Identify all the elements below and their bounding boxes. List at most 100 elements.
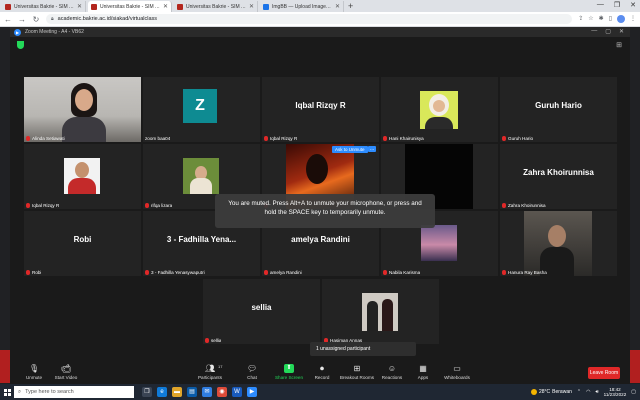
whiteboards-button[interactable]: ▭ Whiteboards <box>437 364 477 380</box>
participant-name-label: Iqbal Rizqy R <box>264 136 297 141</box>
person-left <box>367 301 378 331</box>
zoom-logo-icon: ▶ <box>14 28 21 36</box>
windows-logo-icon <box>3 388 11 396</box>
task-view-icon[interactable]: ❐ <box>142 387 152 397</box>
network-icon[interactable]: ◠ <box>586 389 590 395</box>
minimize-icon[interactable]: — <box>597 1 604 9</box>
breakout-rooms-icon: ⊞ <box>353 364 361 373</box>
browser-tab-active[interactable]: Universitas Bakrie - SIM Akadem ✕ <box>88 1 172 12</box>
background-page-edge <box>0 350 10 383</box>
participant-tile[interactable]: Guruh Hario Guruh Hario <box>500 77 617 142</box>
zoom-taskbar-icon[interactable]: ▶ <box>247 387 257 397</box>
close-tab-icon[interactable]: ✕ <box>163 3 168 10</box>
muted-mic-icon <box>26 203 30 208</box>
muted-mic-icon <box>383 270 387 275</box>
close-tab-icon[interactable]: ✕ <box>335 3 340 10</box>
browser-toolbar-icons: ⇪ ☆ ✱ ▯ ⋮ <box>578 15 636 23</box>
person-body <box>68 178 96 194</box>
zoom-window-controls: — ▢ ✕ <box>591 28 624 35</box>
forward-icon[interactable]: → <box>18 15 26 24</box>
person-face <box>75 162 89 178</box>
chat-button[interactable]: 💬︎ Chat <box>232 364 272 380</box>
tray-chevron-icon[interactable]: ⌃ <box>577 389 581 395</box>
muted-mic-icon <box>502 270 506 275</box>
word-icon[interactable]: W <box>232 387 242 397</box>
participant-name-label: Zahra Khoirunnisa <box>502 203 546 208</box>
close-tab-icon[interactable]: ✕ <box>77 3 82 10</box>
muted-mic-icon <box>205 338 209 343</box>
participant-tile[interactable]: Robi Robi <box>24 211 141 276</box>
mail-icon[interactable]: ✉ <box>202 387 212 397</box>
share-screen-icon: ⬆ <box>284 364 294 373</box>
muted-mic-icon <box>383 136 387 141</box>
chrome-icon[interactable]: ◉ <box>217 387 227 397</box>
close-window-icon[interactable]: ✕ <box>630 1 636 9</box>
browser-tab[interactable]: Universitas Bakrie - SIM Akademi ✕ <box>2 1 86 12</box>
maximize-icon[interactable]: ❐ <box>614 1 620 9</box>
person-body <box>190 178 212 194</box>
participant-profile-photo <box>524 211 592 276</box>
participant-tile[interactable]: Hanura Ray Basha <box>500 211 617 276</box>
search-placeholder: Type here to search <box>25 389 74 395</box>
reload-icon[interactable]: ↻ <box>32 15 40 24</box>
participant-name-label: 3 - Fadhilla Yenasywaputri <box>145 270 205 275</box>
edge-icon[interactable]: e <box>157 387 167 397</box>
start-video-button[interactable]: 📹︎ Start Video <box>46 364 86 380</box>
imgbb-favicon-icon <box>263 3 269 10</box>
store-icon[interactable]: ▤ <box>187 387 197 397</box>
view-layout-icon[interactable]: ⊞ <box>616 41 622 49</box>
window-controls: — ❐ ✕ <box>597 1 636 9</box>
ask-to-unmute-button[interactable]: Ask to Unmute <box>332 146 368 153</box>
sidebar-icon[interactable]: ▯ <box>609 15 612 23</box>
maximize-icon[interactable]: ▢ <box>605 28 611 35</box>
participant-tile[interactable]: Iqbal Rizqy R <box>24 144 141 209</box>
weather-widget[interactable]: 28°C Berawan <box>530 389 572 395</box>
person-silhouette <box>306 154 328 184</box>
breakout-rooms-button[interactable]: ⊞ Breakout Rooms <box>337 364 377 380</box>
minimize-icon[interactable]: — <box>591 28 597 35</box>
zoom-title-bar: ▶ Zoom Meeting - A4 - VB62 — ▢ ✕ <box>10 27 630 37</box>
volume-icon[interactable]: 🔊︎ <box>595 389 598 395</box>
back-icon[interactable]: ← <box>4 15 12 24</box>
participant-name-label: zoom baa04 <box>145 136 171 141</box>
address-bar: ← → ↻ 🔒︎ academic.bakrie.ac.id/siakad/vi… <box>0 12 640 27</box>
more-options-button[interactable]: ... <box>368 146 377 152</box>
security-shield-icon[interactable] <box>17 41 24 49</box>
record-button[interactable]: ⏺ Record <box>302 364 342 380</box>
participant-tile[interactable]: Iqbal Rizqy R Iqbal Rizqy R <box>262 77 379 142</box>
new-tab-button[interactable]: + <box>348 1 353 12</box>
start-button[interactable] <box>0 384 14 400</box>
participant-tile[interactable]: Alinda Setiawati <box>24 77 141 142</box>
participant-tile[interactable]: Zahra Khoirunnisa Zahra Khoirunnisa <box>500 144 617 209</box>
participant-profile-photo <box>362 293 398 331</box>
muted-mic-icon <box>26 270 30 275</box>
close-window-icon[interactable]: ✕ <box>619 28 624 35</box>
notifications-icon[interactable]: ▢ <box>631 389 636 395</box>
browser-tab[interactable]: ImgBB — Upload Image — Free ✕ <box>260 1 344 12</box>
windows-taskbar: ⌕ Type here to search ❐ e ▬ ▤ ✉ ◉ W ▶ 28… <box>0 384 640 400</box>
close-tab-icon[interactable]: ✕ <box>249 3 254 10</box>
share-icon[interactable]: ⇪ <box>578 15 583 23</box>
clock[interactable]: 18:42 11/23/2022 <box>604 387 627 398</box>
url-field[interactable]: 🔒︎ academic.bakrie.ac.id/siakad/virtualc… <box>46 14 573 24</box>
video-camera-off-icon: 📹︎ <box>61 364 72 373</box>
browser-menu-icon[interactable]: ⋮ <box>630 15 636 23</box>
bookmark-star-icon[interactable]: ☆ <box>588 15 593 23</box>
participant-tile[interactable]: Hani Khairunisya <box>381 77 498 142</box>
taskbar-search[interactable]: ⌕ Type here to search <box>14 386 134 398</box>
muted-mic-icon <box>264 136 268 141</box>
file-explorer-icon[interactable]: ▬ <box>172 387 182 397</box>
participant-tile[interactable]: Hasiman Annas <box>322 279 439 344</box>
participant-tile[interactable]: Z zoom baa04 <box>143 77 260 142</box>
person-body <box>425 117 453 129</box>
unassigned-participant-popup[interactable]: 1 unassigned participant <box>310 342 416 356</box>
extension-icon[interactable]: ✱ <box>599 15 604 23</box>
profile-avatar[interactable] <box>617 15 625 23</box>
browser-tab[interactable]: Universitas Bakrie - SIM Akadem ✕ <box>174 1 258 12</box>
participants-button[interactable]: 👥︎ Participants <box>190 364 230 380</box>
muted-microphone-icon: 🎙︎ <box>29 364 40 373</box>
participant-tile[interactable]: sellia sellia <box>203 279 320 344</box>
leave-room-button[interactable]: Leave Room <box>588 367 620 379</box>
record-icon: ⏺ <box>320 364 324 373</box>
whiteboard-icon: ▭ <box>453 364 461 373</box>
